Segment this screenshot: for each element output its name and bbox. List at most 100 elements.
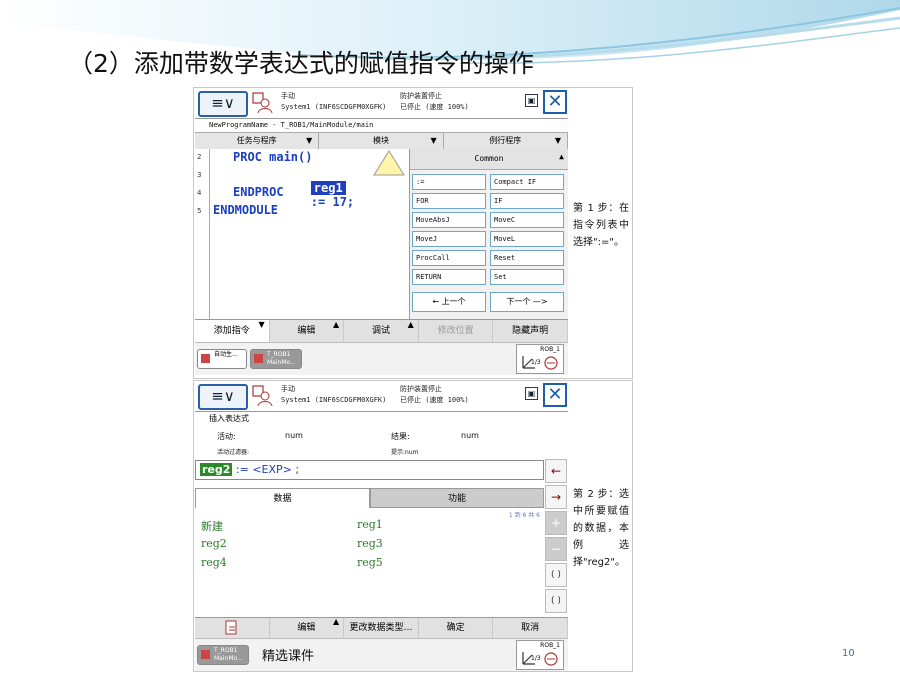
instr-proccall-button[interactable]: ProcCall xyxy=(412,250,486,266)
instruction-category[interactable]: Common ▲ xyxy=(410,149,568,170)
step1-caption: 第 1 步：在指令列表中选择":="。 xyxy=(573,203,629,248)
instr-set-button[interactable]: Set xyxy=(490,269,564,285)
instr-return-button[interactable]: RETURN xyxy=(412,269,486,285)
program-path: NewProgramName - T_ROB1/MainModule/main xyxy=(209,121,374,129)
line-number-gutter: 2 3 4 5 xyxy=(195,149,210,319)
instr-if-button[interactable]: IF xyxy=(490,193,564,209)
robot-status-icon xyxy=(544,356,558,370)
task-t-rob1[interactable]: T_ROB1 MainMo... xyxy=(197,645,249,665)
data-item-reg5[interactable]: reg5 xyxy=(357,556,383,569)
task-label: T_ROB1 xyxy=(214,647,238,654)
expression-field[interactable]: reg2 := <EXP> ; xyxy=(195,460,544,480)
active-value: num xyxy=(285,431,303,440)
rob-value: 1/3 xyxy=(531,655,541,662)
prev-page-button[interactable]: ← 上一个 xyxy=(412,292,486,312)
page-number: 10 xyxy=(842,648,855,659)
tab-routines[interactable]: 例行程序 ▼ xyxy=(444,133,568,149)
main-menu-button[interactable]: ≡∨ xyxy=(198,91,248,117)
collapse-icon[interactable]: ▲ xyxy=(559,147,564,167)
line-number: 3 xyxy=(197,171,202,179)
menu-label: 取消 xyxy=(521,623,540,633)
tab-modules[interactable]: 模块 ▼ xyxy=(319,133,444,149)
window-switch-icon[interactable]: ▣ xyxy=(525,94,538,107)
task-auto-generated[interactable]: 自动生... xyxy=(197,349,247,369)
clipboard-icon xyxy=(225,620,237,635)
cancel-button[interactable]: 取消 xyxy=(493,618,568,638)
edit-button[interactable]: 编辑 ▲ xyxy=(270,320,345,342)
code-editor[interactable]: 2 3 4 5 PROC main() reg1 := 17; ENDPROC … xyxy=(195,149,409,319)
tab-label: 模块 xyxy=(372,136,389,145)
debug-button[interactable]: 调试 ▲ xyxy=(344,320,419,342)
insert-icon-button[interactable] xyxy=(195,618,270,638)
edit-button[interactable]: 编辑 ▲ xyxy=(270,617,345,638)
line-number: 2 xyxy=(197,153,202,161)
data-item-reg2[interactable]: reg2 xyxy=(201,537,227,550)
bottom-menu-bar: 编辑 ▲ 更改数据类型… 确定 取消 xyxy=(195,617,568,638)
instr-movel-button[interactable]: MoveL xyxy=(490,231,564,247)
operator-icon[interactable] xyxy=(251,384,273,408)
modify-position-button[interactable]: 修改位置 xyxy=(419,320,494,342)
data-item-reg1[interactable]: reg1 xyxy=(357,518,383,531)
instr-movej-button[interactable]: MoveJ xyxy=(412,231,486,247)
status-speed-text: 已停止 (速度 100%) xyxy=(400,103,469,111)
arrow-left-button[interactable]: ← xyxy=(545,459,567,483)
instr-compactif-button[interactable]: Compact IF xyxy=(490,174,564,190)
status-system-text: System1 (INF6SCDGFM0XGFK) xyxy=(281,396,387,404)
task-sublabel: MainMo... xyxy=(214,655,243,662)
rob-label: ROB_1 xyxy=(540,346,560,353)
data-item-reg4[interactable]: reg4 xyxy=(201,556,227,569)
task-t-rob1[interactable]: T_ROB1 MainMo... xyxy=(250,349,302,369)
code-line-proc[interactable]: PROC main() xyxy=(233,150,312,164)
tab-functions[interactable]: 功能 xyxy=(370,488,544,508)
tab-tasks-programs[interactable]: 任务与程序 ▼ xyxy=(195,133,320,149)
selected-data-token[interactable]: reg2 xyxy=(200,463,233,476)
top-status-bar: ≡∨ 手动 System1 (INF6SCDGFM0XGFK) 防护装置停止 已… xyxy=(195,381,568,412)
ok-button[interactable]: 确定 xyxy=(419,618,494,638)
category-label: Common xyxy=(474,154,504,163)
status-mode-text: 手动 xyxy=(281,385,295,393)
minus-button[interactable]: − xyxy=(545,537,567,561)
filter-label[interactable]: 活动过滤器: xyxy=(217,447,249,456)
instr-assign-button[interactable]: := xyxy=(412,174,486,190)
data-item-reg3[interactable]: reg3 xyxy=(357,537,383,550)
menu-label: 确定 xyxy=(446,623,465,633)
add-instruction-button[interactable]: 添加指令 ▼ xyxy=(195,320,270,342)
instr-moveabsj-button[interactable]: MoveAbsJ xyxy=(412,212,486,228)
close-icon[interactable]: ✕ xyxy=(543,383,567,407)
line-number: 5 xyxy=(197,207,202,215)
code-line-endproc[interactable]: ENDPROC xyxy=(233,185,284,199)
code-line-endmodule[interactable]: ENDMODULE xyxy=(213,203,278,217)
remove-parenthesis-button[interactable]: ( ) xyxy=(545,589,567,613)
change-datatype-button[interactable]: 更改数据类型… xyxy=(344,618,419,638)
step2-caption: 第 2 步：选中所要赋值的数据，本例选择"reg2"。 xyxy=(573,489,629,568)
data-item-new[interactable]: 新建 xyxy=(201,518,223,534)
plus-button[interactable]: + xyxy=(545,511,567,535)
tab-data[interactable]: 数据 xyxy=(195,488,370,508)
result-label: 结果: xyxy=(391,432,410,441)
main-menu-button[interactable]: ≡∨ xyxy=(198,384,248,410)
status-state: 防护装置停止 已停止 (速度 100%) xyxy=(400,91,469,113)
menu-label: 修改位置 xyxy=(437,326,474,336)
close-icon[interactable]: ✕ xyxy=(543,90,567,114)
status-mode: 手动 System1 (INF6SCDGFM0XGFK) xyxy=(281,384,386,406)
parenthesis-button[interactable]: ( ) xyxy=(545,563,567,587)
rob-value: 1/3 xyxy=(531,359,541,366)
instr-for-button[interactable]: FOR xyxy=(412,193,486,209)
quickset-robot-button[interactable]: ROB_1 1/3 xyxy=(516,640,564,670)
app-icon xyxy=(201,354,210,363)
hide-declarations-button[interactable]: 隐藏声明 xyxy=(493,320,568,342)
robot-status-icon xyxy=(544,652,558,666)
code-assign-rest: := 17; xyxy=(310,195,355,209)
arrow-right-button[interactable]: → xyxy=(545,485,567,509)
screenshot-step2: ≡∨ 手动 System1 (INF6SCDGFM0XGFK) 防护装置停止 已… xyxy=(193,380,633,672)
task-sublabel: MainMo... xyxy=(267,359,296,366)
instr-movec-button[interactable]: MoveC xyxy=(490,212,564,228)
next-page-button[interactable]: 下一个 —> xyxy=(490,292,564,312)
menu-label: 编辑 xyxy=(297,623,316,633)
quickset-robot-button[interactable]: ROB_1 1/3 xyxy=(516,344,564,374)
window-switch-icon[interactable]: ▣ xyxy=(525,387,538,400)
operator-icon[interactable] xyxy=(251,91,273,115)
instr-reset-button[interactable]: Reset xyxy=(490,250,564,266)
selected-token[interactable]: reg1 xyxy=(310,181,346,195)
hint-label: 提示:num xyxy=(391,449,419,456)
